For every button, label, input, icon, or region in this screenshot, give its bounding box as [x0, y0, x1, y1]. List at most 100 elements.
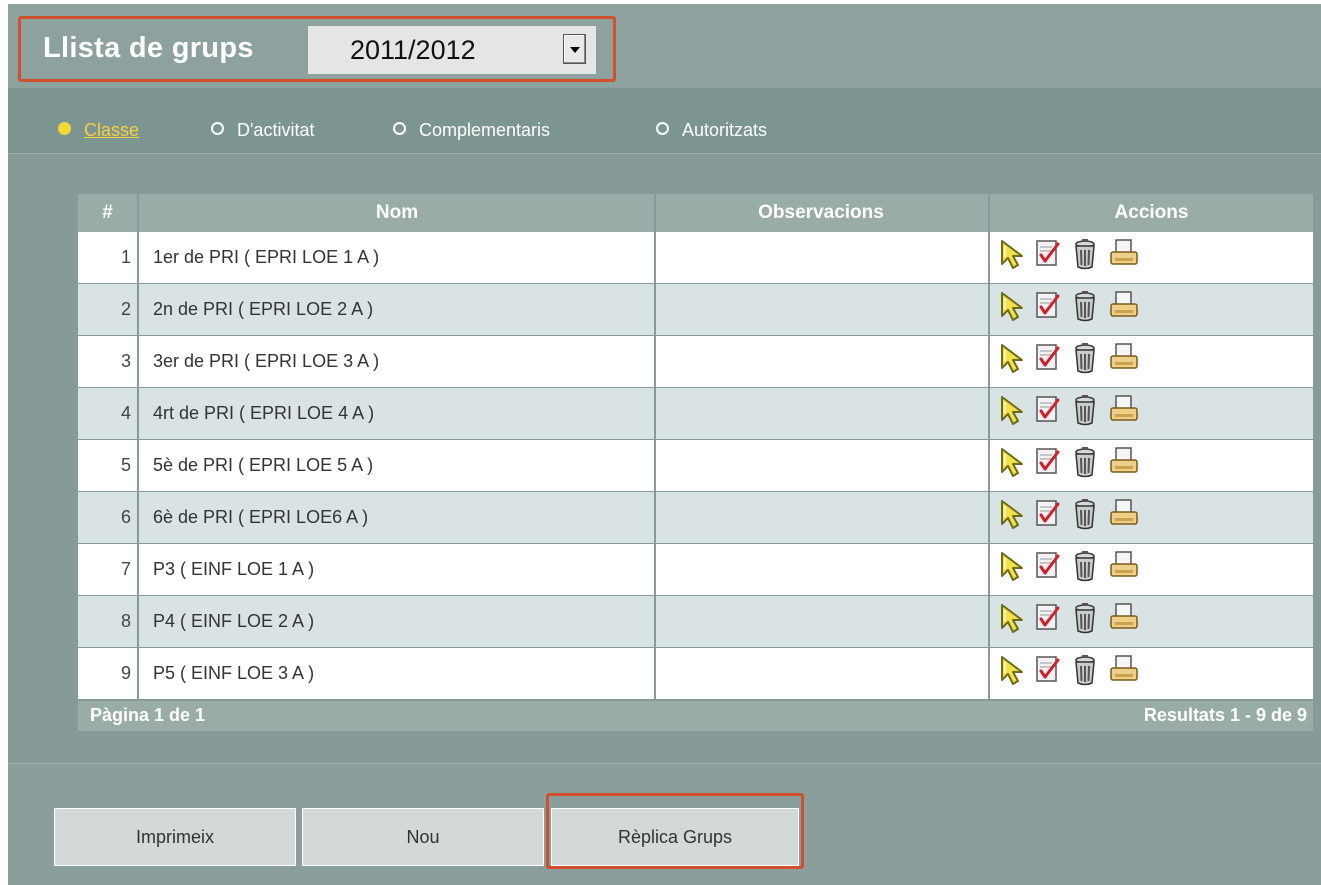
- select-icon[interactable]: [998, 446, 1028, 483]
- select-icon[interactable]: [998, 238, 1028, 275]
- divider: [654, 544, 656, 595]
- divider: [988, 648, 990, 699]
- group-name: 6è de PRI ( EPRI LOE6 A ): [153, 507, 369, 527]
- group-name: P4 ( EINF LOE 2 A ): [153, 611, 315, 631]
- row-actions: [998, 654, 1238, 690]
- divider: [654, 440, 656, 491]
- edit-icon[interactable]: [1035, 550, 1061, 585]
- groups-window: Llista de grups 2011/2012 Classe D'activ…: [8, 4, 1321, 885]
- table-row[interactable]: 9 P5 ( EINF LOE 3 A ): [78, 648, 1313, 699]
- table-row[interactable]: 4 4rt de PRI ( EPRI LOE 4 A ): [78, 388, 1313, 439]
- edit-icon[interactable]: [1035, 394, 1061, 429]
- edit-icon[interactable]: [1035, 446, 1061, 481]
- select-icon[interactable]: [998, 498, 1028, 535]
- divider: [988, 232, 990, 283]
- edit-icon[interactable]: [1035, 290, 1061, 325]
- table-row[interactable]: 1 1er de PRI ( EPRI LOE 1 A ): [78, 232, 1313, 283]
- divider: [137, 544, 139, 595]
- table-row[interactable]: 5 5è de PRI ( EPRI LOE 5 A ): [78, 440, 1313, 491]
- filter-label[interactable]: Autoritzats: [682, 120, 767, 141]
- delete-icon[interactable]: [1072, 602, 1098, 639]
- group-name: P3 ( EINF LOE 1 A ): [153, 559, 315, 579]
- print-button[interactable]: Imprimeix: [54, 808, 296, 866]
- print-icon[interactable]: [1109, 602, 1139, 637]
- year-select[interactable]: 2011/2012: [308, 26, 596, 74]
- edit-icon[interactable]: [1035, 654, 1061, 689]
- table-row[interactable]: 2 2n de PRI ( EPRI LOE 2 A ): [78, 284, 1313, 335]
- group-name: P5 ( EINF LOE 3 A ): [153, 663, 315, 683]
- print-icon[interactable]: [1109, 498, 1139, 533]
- group-name: 5è de PRI ( EPRI LOE 5 A ): [153, 455, 374, 475]
- divider: [988, 492, 990, 543]
- row-number: 4: [120, 403, 131, 423]
- divider: [988, 440, 990, 491]
- select-icon[interactable]: [998, 394, 1028, 431]
- row-number: 6: [120, 507, 131, 527]
- delete-icon[interactable]: [1072, 498, 1098, 535]
- table-footer: Pàgina 1 de 1 Resultats 1 - 9 de 9: [78, 701, 1313, 731]
- filter-bar: [8, 88, 1321, 154]
- divider: [137, 596, 139, 647]
- radio-icon[interactable]: [393, 122, 406, 135]
- print-icon[interactable]: [1109, 654, 1139, 689]
- select-icon[interactable]: [998, 342, 1028, 379]
- new-button[interactable]: Nou: [302, 808, 544, 866]
- delete-icon[interactable]: [1072, 654, 1098, 691]
- filter-label[interactable]: Classe: [84, 120, 139, 141]
- select-icon[interactable]: [998, 602, 1028, 639]
- edit-icon[interactable]: [1035, 342, 1061, 377]
- delete-icon[interactable]: [1072, 342, 1098, 379]
- select-icon[interactable]: [998, 290, 1028, 327]
- table-row[interactable]: 3 3er de PRI ( EPRI LOE 3 A ): [78, 336, 1313, 387]
- table-row[interactable]: 8 P4 ( EINF LOE 2 A ): [78, 596, 1313, 647]
- divider: [654, 388, 656, 439]
- row-actions: [998, 238, 1238, 274]
- divider: [137, 440, 139, 491]
- print-icon[interactable]: [1109, 394, 1139, 429]
- delete-icon[interactable]: [1072, 394, 1098, 431]
- delete-icon[interactable]: [1072, 238, 1098, 275]
- row-number: 5: [120, 455, 131, 475]
- radio-selected-icon[interactable]: [58, 122, 71, 135]
- edit-icon[interactable]: [1035, 238, 1061, 273]
- group-name: 4rt de PRI ( EPRI LOE 4 A ): [153, 403, 375, 423]
- print-icon[interactable]: [1109, 550, 1139, 585]
- filter-label[interactable]: D'activitat: [237, 120, 314, 141]
- print-icon[interactable]: [1109, 446, 1139, 481]
- divider: [654, 194, 656, 232]
- table-header: # Nom Observacions Accions: [78, 194, 1313, 232]
- page-title: Llista de grups: [43, 32, 254, 64]
- radio-icon[interactable]: [656, 122, 669, 135]
- radio-icon[interactable]: [211, 122, 224, 135]
- divider: [137, 194, 139, 232]
- table-row[interactable]: 6 6è de PRI ( EPRI LOE6 A ): [78, 492, 1313, 543]
- col-header-nom: Nom: [375, 202, 419, 223]
- edit-icon[interactable]: [1035, 498, 1061, 533]
- group-name: 1er de PRI ( EPRI LOE 1 A ): [153, 247, 380, 267]
- select-icon[interactable]: [998, 654, 1028, 691]
- print-icon[interactable]: [1109, 342, 1139, 377]
- divider: [137, 336, 139, 387]
- divider: [988, 336, 990, 387]
- delete-icon[interactable]: [1072, 290, 1098, 327]
- print-icon[interactable]: [1109, 238, 1139, 273]
- divider: [988, 388, 990, 439]
- row-number: 7: [120, 559, 131, 579]
- table-row[interactable]: 7 P3 ( EINF LOE 1 A ): [78, 544, 1313, 595]
- divider: [137, 284, 139, 335]
- print-icon[interactable]: [1109, 290, 1139, 325]
- divider: [654, 596, 656, 647]
- divider: [137, 492, 139, 543]
- delete-icon[interactable]: [1072, 446, 1098, 483]
- edit-icon[interactable]: [1035, 602, 1061, 637]
- filter-label[interactable]: Complementaris: [419, 120, 550, 141]
- divider: [988, 544, 990, 595]
- divider: [654, 492, 656, 543]
- delete-icon[interactable]: [1072, 550, 1098, 587]
- row-actions: [998, 498, 1238, 534]
- select-icon[interactable]: [998, 550, 1028, 587]
- divider: [137, 232, 139, 283]
- group-name: 2n de PRI ( EPRI LOE 2 A ): [153, 299, 374, 319]
- chevron-down-icon[interactable]: [563, 34, 586, 64]
- row-actions: [998, 550, 1238, 586]
